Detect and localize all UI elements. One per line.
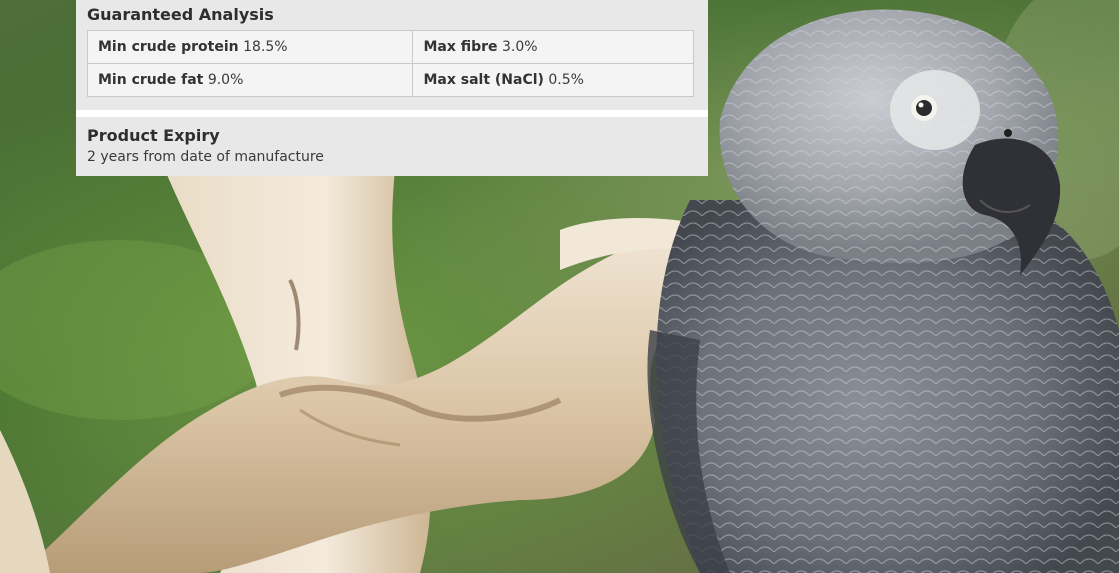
cell-value: 18.5%	[243, 39, 288, 55]
analysis-cell-fat: Min crude fat 9.0%	[86, 63, 414, 97]
section-divider	[76, 110, 708, 117]
cell-label: Max fibre	[423, 39, 498, 55]
cell-label: Max salt (NaCl)	[423, 72, 544, 88]
guaranteed-analysis-panel: Guaranteed Analysis Min crude protein 18…	[76, 0, 708, 176]
product-expiry-title: Product Expiry	[87, 126, 220, 145]
cell-label: Min crude protein	[98, 39, 239, 55]
analysis-cell-salt: Max salt (NaCl) 0.5%	[412, 63, 694, 97]
analysis-cell-protein: Min crude protein 18.5%	[86, 30, 414, 64]
cell-value: 9.0%	[207, 72, 244, 88]
guaranteed-analysis-title: Guaranteed Analysis	[87, 5, 274, 24]
analysis-cell-fibre: Max fibre 3.0%	[412, 30, 694, 64]
product-expiry-text: 2 years from date of manufacture	[87, 149, 324, 165]
product-expiry-section: Product Expiry 2 years from date of manu…	[76, 117, 708, 176]
table-row: Min crude fat 9.0% Max salt (NaCl) 0.5%	[86, 63, 694, 97]
cell-label: Min crude fat	[98, 72, 204, 88]
cell-value: 0.5%	[548, 72, 584, 88]
analysis-table: Min crude protein 18.5% Max fibre 3.0% M…	[86, 30, 694, 97]
table-row: Min crude protein 18.5% Max fibre 3.0%	[86, 30, 694, 64]
cell-value: 3.0%	[502, 39, 538, 55]
